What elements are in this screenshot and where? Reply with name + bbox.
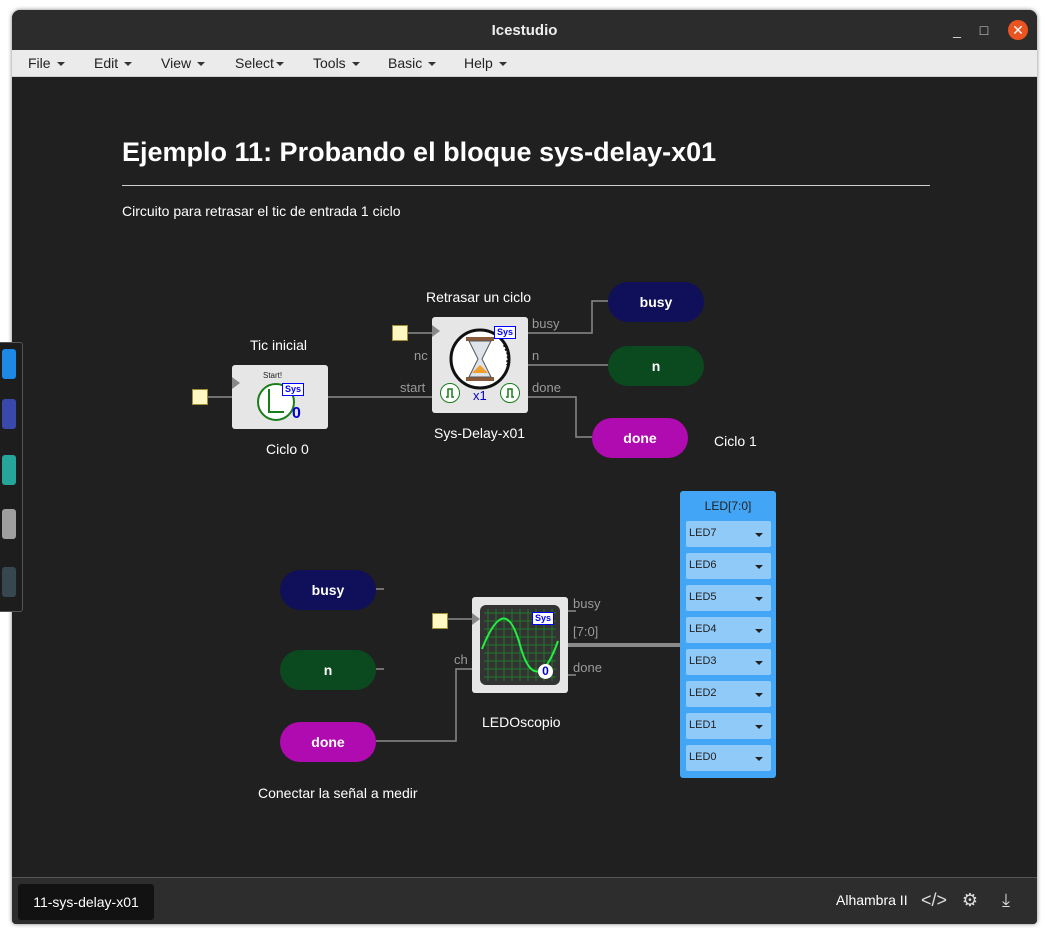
led-select[interactable]: LED2: [686, 681, 771, 707]
port-n: n: [532, 348, 540, 363]
dock-app-icon[interactable]: [2, 567, 16, 597]
scope-value: 0: [538, 664, 553, 679]
sys-delay-block[interactable]: Sys x1: [432, 317, 528, 413]
dock-app-icon[interactable]: [2, 349, 16, 379]
code-icon[interactable]: </>: [920, 886, 948, 914]
window-title: Icestudio: [491, 22, 558, 39]
start-block[interactable]: Start! Sys 0: [232, 365, 328, 429]
menu-bar: File Edit View Select Tools Basic Help: [12, 50, 1037, 77]
start-block-title: Tic inicial: [250, 337, 308, 353]
dock-app-icon[interactable]: [2, 509, 16, 539]
settings-icon[interactable]: ⚙: [956, 886, 984, 914]
dropdown-arrow-icon: [755, 661, 763, 665]
sys-badge: Sys: [532, 612, 555, 625]
maximize-button[interactable]: □: [974, 20, 994, 40]
input-done[interactable]: done: [280, 722, 376, 762]
led-select[interactable]: LED5: [686, 585, 771, 611]
scope-clock-input[interactable]: [432, 613, 448, 629]
led-select[interactable]: LED3: [686, 649, 771, 675]
led-select[interactable]: LED0: [686, 745, 771, 771]
download-icon[interactable]: ⤓: [992, 886, 1020, 914]
design-canvas[interactable]: Ejemplo 11: Probando el bloque sys-delay…: [12, 77, 1037, 877]
delay-clock-input[interactable]: [392, 325, 408, 341]
led-select[interactable]: LED4: [686, 617, 771, 643]
clock-pin-icon: [472, 613, 480, 625]
led-output-panel[interactable]: LED[7:0] LED7 LED6 LED5 LED4 LED3 LED2 L…: [680, 491, 776, 778]
start-value: 0: [292, 405, 301, 422]
port-nc: nc: [414, 348, 428, 363]
scope-block-name: LEDOscopio: [482, 714, 561, 730]
led-select[interactable]: LED6: [686, 553, 771, 579]
output-done[interactable]: done: [592, 418, 688, 458]
app-window: Icestudio _ □ ✕ File Edit View Select To…: [12, 10, 1037, 924]
cycle-note: Ciclo 1: [714, 433, 757, 449]
menu-help[interactable]: Help: [464, 55, 507, 71]
dock-app-icon[interactable]: [2, 399, 16, 429]
pulse-in-icon: [440, 383, 460, 403]
caret-down-icon: [275, 62, 284, 67]
dropdown-arrow-icon: [755, 597, 763, 601]
close-button[interactable]: ✕: [1008, 20, 1028, 40]
led-panel-header: LED[7:0]: [704, 499, 752, 513]
menu-file[interactable]: File: [28, 55, 65, 71]
caret-down-icon: [428, 62, 437, 67]
start-clock-input[interactable]: [192, 389, 208, 405]
dock-app-icon[interactable]: [2, 455, 16, 485]
port-bus: [7:0]: [573, 624, 599, 639]
input-busy[interactable]: busy: [280, 570, 376, 610]
delay-block-title: Retrasar un ciclo: [426, 289, 532, 305]
output-n[interactable]: n: [608, 346, 704, 386]
port-start: start: [400, 380, 426, 395]
led-select[interactable]: LED1: [686, 713, 771, 739]
menu-view[interactable]: View: [161, 55, 206, 71]
delay-multiplier: x1: [473, 388, 487, 403]
caret-down-icon: [351, 62, 360, 67]
minimize-button[interactable]: _: [947, 20, 967, 40]
status-bar: 11-sys-delay-x01 Alhambra II </> ⚙ ⤓: [12, 877, 1037, 924]
dropdown-arrow-icon: [755, 693, 763, 697]
start-block-name: Ciclo 0: [266, 441, 309, 457]
port-busy: busy: [573, 596, 601, 611]
dropdown-arrow-icon: [755, 725, 763, 729]
sys-badge: Sys: [282, 383, 305, 396]
delay-block-name: Sys-Delay-x01: [434, 425, 526, 441]
output-busy[interactable]: busy: [608, 282, 704, 322]
port-busy: busy: [532, 316, 560, 331]
caret-down-icon: [498, 62, 507, 67]
pulse-out-icon: [500, 383, 520, 403]
dropdown-arrow-icon: [755, 533, 763, 537]
dropdown-arrow-icon: [755, 565, 763, 569]
clock-pin-icon: [432, 325, 440, 337]
menu-edit[interactable]: Edit: [94, 55, 133, 71]
input-n[interactable]: n: [280, 650, 376, 690]
measure-note: Conectar la señal a medir: [258, 785, 418, 801]
caret-down-icon: [56, 62, 65, 67]
dock-panel: [0, 342, 23, 612]
menu-basic[interactable]: Basic: [388, 55, 437, 71]
dropdown-arrow-icon: [755, 757, 763, 761]
menu-tools[interactable]: Tools: [313, 55, 360, 71]
port-ch: ch: [454, 652, 468, 667]
caret-down-icon: [197, 62, 206, 67]
sys-badge: Sys: [494, 326, 517, 339]
clock-pin-icon: [232, 377, 240, 389]
caret-down-icon: [124, 62, 133, 67]
dropdown-arrow-icon: [755, 629, 763, 633]
title-bar: Icestudio _ □ ✕: [12, 10, 1037, 50]
port-done: done: [532, 380, 561, 395]
wires: [208, 300, 680, 742]
menu-select[interactable]: Select: [235, 55, 284, 71]
ledoscopio-block[interactable]: Sys 0: [472, 597, 568, 693]
port-done: done: [573, 660, 602, 675]
file-tab[interactable]: 11-sys-delay-x01: [18, 884, 154, 920]
led-select[interactable]: LED7: [686, 521, 771, 547]
board-selector[interactable]: Alhambra II: [836, 892, 908, 908]
